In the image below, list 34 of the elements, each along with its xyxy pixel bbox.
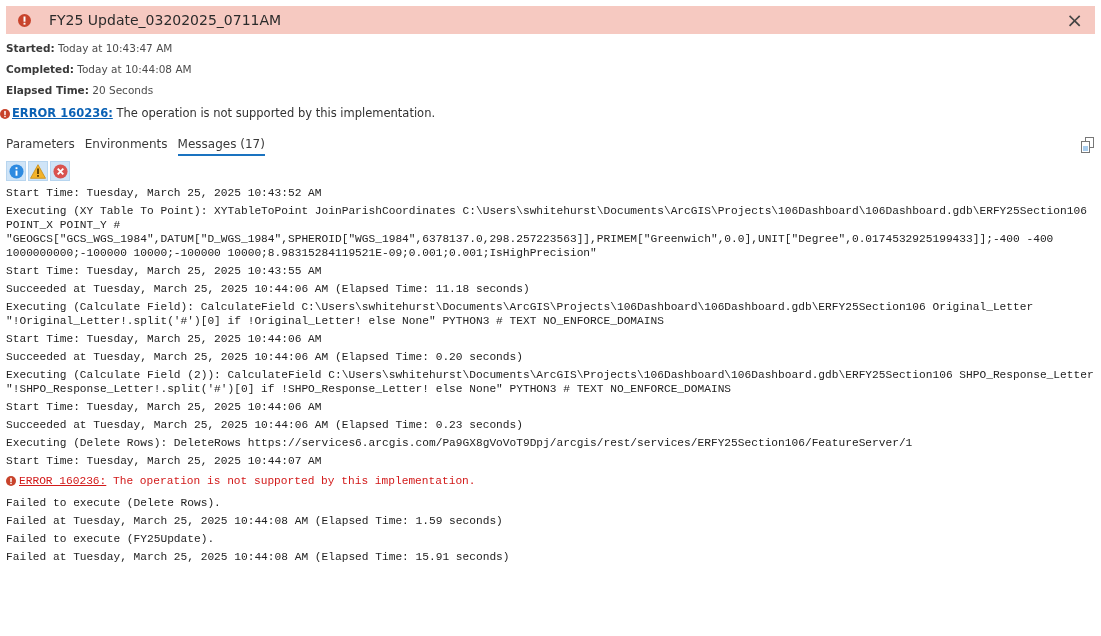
message-text: Succeeded at Tuesday, March 25, 2025 10:44:06 AM (Elapsed Time: 0.20 seconds) — [6, 350, 524, 365]
message-text: Failed to execute (FY25Update). — [6, 532, 216, 547]
message-text: Succeeded at Tuesday, March 25, 2025 10:44:06 AM (Elapsed Time: 0.23 seconds) — [6, 418, 524, 433]
error-icon — [0, 108, 10, 119]
error-icon — [6, 476, 16, 487]
message-text: Succeeded at Tuesday, March 25, 2025 10:44:06 AM (Elapsed Time: 11.18 seconds) — [6, 282, 531, 297]
message-text: Executing (XY Table To Point): XYTableToPoint JoinParishCoordinates C:\Users\swhitehurst\Documents\ArcGIS\Projects\106Dashboard\106Dashboard.gdb\ERFY25Section106 POINT_X POINT_Y # "GEOGCS["GCS_WGS_1984",DATUM["D_WGS_1984",SPHEROID["WGS_1984",6378137.0,298.257223563]],PRIMEM["Greenwich",0.0],UNIT["Degree",0.0174532925199433]];-400 -400 1000000000;-100000 10000;-100000 10000;8.98315284119521E-09;0.001;0.001;IsHighPrecision" — [6, 204, 1088, 261]
message-text: Failed at Tuesday, March 25, 2025 10:44:08 AM (Elapsed Time: 15.91 seconds) — [6, 550, 511, 565]
message-text: Executing (Calculate Field): CalculateField C:\Users\swhitehurst\Documents\ArcGIS\Projects\106Dashboard\106Dashboard.gdb\ERFY25Section106 Original_Letter "!Original_Letter!.split('#')[0] if !Original_Letter! else None" PYTHON3 # TEXT NO_ENFORCE_DOMAINS — [6, 300, 1035, 329]
tab[interactable]: Environments — [84, 135, 168, 157]
message-text: Executing (Delete Rows): DeleteRows https://services6.arcgis.com/Pa9GX8gVoVoT9Dpj/arcgis/rest/services/ERFY25Section106/FeatureServer/1 — [6, 436, 914, 451]
info-filter-button[interactable] — [6, 161, 26, 182]
detail-text: Elapsed Time: 20 Seconds — [6, 83, 155, 98]
message-text: Start Time: Tuesday, March 25, 2025 10:44:06 AM — [6, 332, 323, 347]
window-title: FY25 Update_03202025_0711AM — [49, 10, 282, 30]
detail-text: Completed: Today at 10:44:08 AM — [6, 62, 193, 77]
warning-filter-button[interactable] — [28, 161, 48, 182]
tab[interactable]: Messages (17) — [177, 135, 265, 157]
error-link[interactable]: ERROR 160236: — [12, 106, 113, 120]
error-message: ERROR 160236: The operation is not supported by this implementation. — [12, 105, 436, 122]
message-text: Failed at Tuesday, March 25, 2025 10:44:08 AM (Elapsed Time: 1.59 seconds) — [6, 514, 504, 529]
message-text: Failed to execute (Delete Rows). — [6, 496, 222, 511]
close-button[interactable]: × — [1062, 10, 1087, 30]
message-text: Executing (Calculate Field (2)): CalculateField C:\Users\swhitehurst\Documents\ArcGIS\Projects\106Dashboard\106Dashboard.gdb\ERFY25Section106 SHPO_Response_Letter "!SHPO_Response_Letter!.split('#')[0] if !SHPO_Response_Letter! else None" PYTHON3 # TEXT NO_ENFORCE_DOMAINS — [6, 368, 1095, 397]
error-message: ERROR 160236: The operation is not supported by this implementation. — [19, 474, 476, 489]
message-text: Start Time: Tuesday, March 25, 2025 10:44:07 AM — [6, 454, 323, 469]
error-filter-button[interactable] — [50, 161, 70, 182]
tab[interactable]: Parameters — [6, 135, 75, 157]
error-link[interactable]: ERROR 160236: — [19, 475, 107, 488]
message-text: Start Time: Tuesday, March 25, 2025 10:43:55 AM — [6, 264, 323, 279]
error-icon — [18, 13, 31, 27]
message-text: Start Time: Tuesday, March 25, 2025 10:43:52 AM — [6, 186, 323, 201]
detail-text: Started: Today at 10:43:47 AM — [6, 41, 174, 56]
message-text: Start Time: Tuesday, March 25, 2025 10:44:06 AM — [6, 400, 323, 415]
